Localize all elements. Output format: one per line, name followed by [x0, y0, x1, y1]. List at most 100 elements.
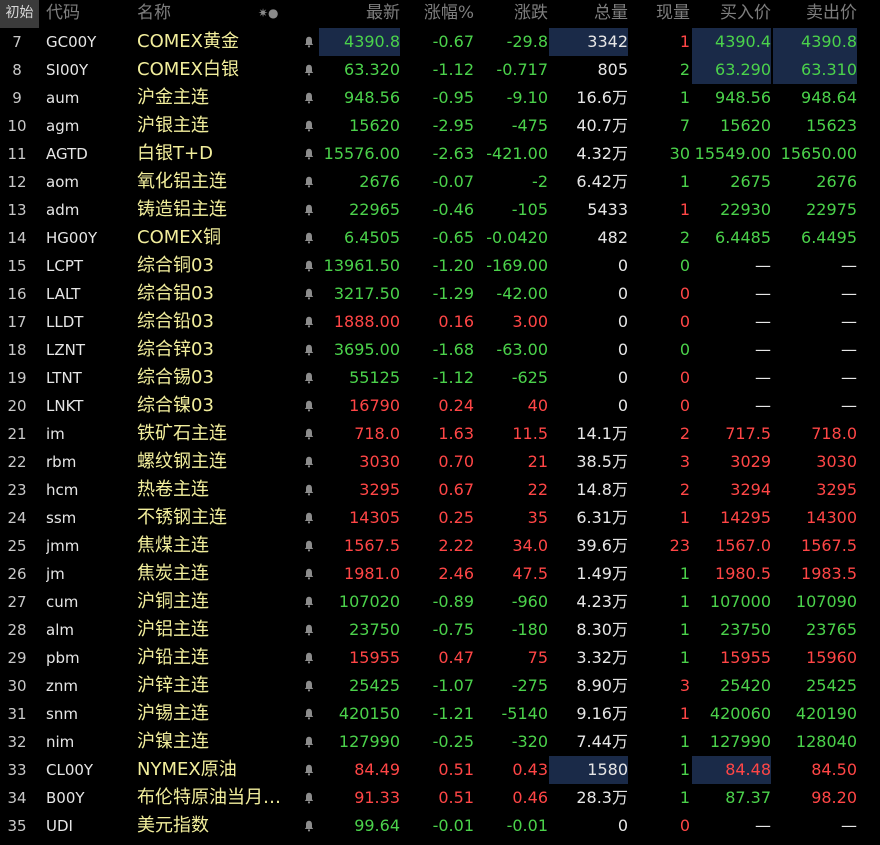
alert-bell-icon[interactable] [299, 252, 319, 280]
row-volume: 0 [617, 396, 628, 415]
alert-bell-icon[interactable] [299, 672, 319, 700]
table-row[interactable]: 24 ssm 不锈钢主连 14305 0.25 35 6.31万 1 14295 14300 [0, 504, 880, 532]
row-volume: 4.23万 [576, 592, 628, 611]
alert-bell-icon[interactable] [299, 784, 319, 812]
table-header: 初始 代码 名称 ✷● 最新 涨幅% 涨跌 总量 现量 买入价 卖出价 [0, 0, 880, 28]
row-current-volume: 1 [679, 172, 690, 191]
row-current-volume: 1 [679, 788, 690, 807]
alert-bell-icon[interactable] [299, 140, 319, 168]
table-row[interactable]: 11 AGTD 白银T+D 15576.00 -2.63 -421.00 4.32万 30 15… [0, 140, 880, 168]
table-row[interactable]: 15 LCPT 综合铜03 13961.50 -1.20 -169.00 0 0 — — [0, 252, 880, 280]
table-row[interactable]: 29 pbm 沪铅主连 15955 0.47 75 3.32万 1 15955 15960 [0, 644, 880, 672]
alert-bell-icon[interactable] [299, 420, 319, 448]
col-ask-header[interactable]: 卖出价 [773, 0, 857, 28]
table-row[interactable]: 34 B00Y 布伦特原油当月… 91.33 0.51 0.46 28.3万 1 87.37 98… [0, 784, 880, 812]
row-bid-price: — [755, 396, 771, 415]
col-pct-header[interactable]: 涨幅% [402, 0, 474, 28]
alert-bell-icon[interactable] [299, 224, 319, 252]
row-current-volume: 0 [679, 312, 690, 331]
alert-bell-icon[interactable] [299, 448, 319, 476]
row-index: 12 [7, 173, 27, 191]
row-bid-price: 25420 [720, 676, 771, 695]
table-row[interactable]: 16 LALT 综合铝03 3217.50 -1.29 -42.00 0 0 — — [0, 280, 880, 308]
alert-bell-icon[interactable] [299, 392, 319, 420]
table-row[interactable]: 35 UDI 美元指数 99.64 -0.01 -0.01 0 0 — — [0, 812, 880, 840]
alert-bell-icon[interactable] [299, 112, 319, 140]
alert-bell-icon[interactable] [299, 616, 319, 644]
row-last-price: 420150 [338, 704, 400, 723]
row-code: aom [46, 173, 79, 191]
row-volume: 14.1万 [576, 424, 628, 443]
alert-bell-icon[interactable] [299, 168, 319, 196]
table-row[interactable]: 30 znm 沪锌主连 25425 -1.07 -275 8.90万 3 25420 25425 [0, 672, 880, 700]
col-code-header[interactable]: 代码 [46, 0, 134, 28]
alert-bell-icon[interactable] [299, 308, 319, 336]
row-name: 沪镍主连 [137, 731, 209, 752]
row-bid-price: — [755, 256, 771, 275]
table-row[interactable]: 17 LLDT 综合铅03 1888.00 0.16 3.00 0 0 — — [0, 308, 880, 336]
table-row[interactable]: 20 LNKT 综合镍03 16790 0.24 40 0 0 — — [0, 392, 880, 420]
row-name: 布伦特原油当月… [137, 787, 281, 808]
row-code: im [46, 425, 65, 443]
row-code: nim [46, 733, 75, 751]
alert-bell-icon[interactable] [299, 532, 319, 560]
row-change-pct: -1.68 [432, 340, 474, 359]
row-name: 沪锌主连 [137, 675, 209, 696]
table-row[interactable]: 18 LZNT 综合锌03 3695.00 -1.68 -63.00 0 0 — — [0, 336, 880, 364]
row-change-pct: -0.07 [432, 172, 474, 191]
table-row[interactable]: 27 cum 沪铜主连 107020 -0.89 -960 4.23万 1 107000 1070… [0, 588, 880, 616]
col-vol-header[interactable]: 总量 [549, 0, 628, 28]
row-code: pbm [46, 649, 80, 667]
row-name: 焦煤主连 [137, 535, 209, 556]
table-row[interactable]: 26 jm 焦炭主连 1981.0 2.46 47.5 1.49万 1 1980.5 1983.5 [0, 560, 880, 588]
alert-bell-icon[interactable] [299, 560, 319, 588]
row-code: LTNT [46, 369, 82, 387]
table-row[interactable]: 21 im 铁矿石主连 718.0 1.63 11.5 14.1万 2 717.5 718.0 [0, 420, 880, 448]
row-name: 铁矿石主连 [137, 423, 227, 444]
alert-bell-icon[interactable] [299, 280, 319, 308]
alert-bell-icon[interactable] [299, 84, 319, 112]
table-row[interactable]: 33 CL00Y NYMEX原油 84.49 0.51 0.43 1580 1 84.48 84.… [0, 756, 880, 784]
alert-bell-icon[interactable] [299, 812, 319, 840]
table-row[interactable]: 31 snm 沪锡主连 420150 -1.21 -5140 9.16万 1 420060 420… [0, 700, 880, 728]
table-row[interactable]: 14 HG00Y COMEX铜 6.4505 -0.65 -0.0420 482 2 6.448… [0, 224, 880, 252]
table-row[interactable]: 7 GC00Y COMEX黄金 4390.8 -0.67 -29.8 3342 1 4390.4… [0, 28, 880, 56]
sort-toggle-icon[interactable]: ✷● [258, 0, 288, 28]
alert-bell-icon[interactable] [299, 504, 319, 532]
table-row[interactable]: 22 rbm 螺纹钢主连 3030 0.70 21 38.5万 3 3029 3030 [0, 448, 880, 476]
table-row[interactable]: 23 hcm 热卷主连 3295 0.67 22 14.8万 2 3294 3295 [0, 476, 880, 504]
table-row[interactable]: 8 SI00Y COMEX白银 63.320 -1.12 -0.717 805 2 63.290… [0, 56, 880, 84]
alert-bell-icon[interactable] [299, 756, 319, 784]
table-row[interactable]: 10 agm 沪银主连 15620 -2.95 -475 40.7万 7 15620 15623 [0, 112, 880, 140]
alert-bell-icon[interactable] [299, 56, 319, 84]
table-row[interactable]: 19 LTNT 综合锡03 55125 -1.12 -625 0 0 — — [0, 364, 880, 392]
table-row[interactable]: 13 adm 铸造铝主连 22965 -0.46 -105 5433 1 22930 22975 [0, 196, 880, 224]
row-last-price: 63.320 [344, 60, 400, 79]
alert-bell-icon[interactable] [299, 728, 319, 756]
table-row[interactable]: 25 jmm 焦煤主连 1567.5 2.22 34.0 39.6万 23 1567.0 1567… [0, 532, 880, 560]
alert-bell-icon[interactable] [299, 644, 319, 672]
alert-bell-icon[interactable] [299, 588, 319, 616]
row-change-pct: -1.12 [432, 368, 474, 387]
alert-bell-icon[interactable] [299, 196, 319, 224]
alert-bell-icon[interactable] [299, 364, 319, 392]
alert-bell-icon[interactable] [299, 700, 319, 728]
col-cur-header[interactable]: 现量 [630, 0, 690, 28]
row-name: 美元指数 [137, 815, 209, 836]
row-current-volume: 0 [679, 368, 690, 387]
table-row[interactable]: 32 nim 沪镍主连 127990 -0.25 -320 7.44万 1 127990 1280… [0, 728, 880, 756]
row-change-pct: 2.22 [438, 536, 474, 555]
table-row[interactable]: 12 aom 氧化铝主连 2676 -0.07 -2 6.42万 1 2675 2676 [0, 168, 880, 196]
tab-initial[interactable]: 初始 [0, 0, 39, 28]
col-chg-header[interactable]: 涨跌 [476, 0, 548, 28]
alert-bell-icon[interactable] [299, 336, 319, 364]
col-bid-header[interactable]: 买入价 [692, 0, 771, 28]
alert-bell-icon[interactable] [299, 476, 319, 504]
table-row[interactable]: 28 alm 沪铝主连 23750 -0.75 -180 8.30万 1 23750 23765 [0, 616, 880, 644]
alert-bell-icon[interactable] [299, 28, 319, 56]
row-change: 40 [527, 396, 548, 415]
row-volume: 0 [617, 368, 628, 387]
row-index: 21 [7, 425, 27, 443]
table-row[interactable]: 9 aum 沪金主连 948.56 -0.95 -9.10 16.6万 1 948.56 948.… [0, 84, 880, 112]
col-last-header[interactable]: 最新 [319, 0, 400, 28]
